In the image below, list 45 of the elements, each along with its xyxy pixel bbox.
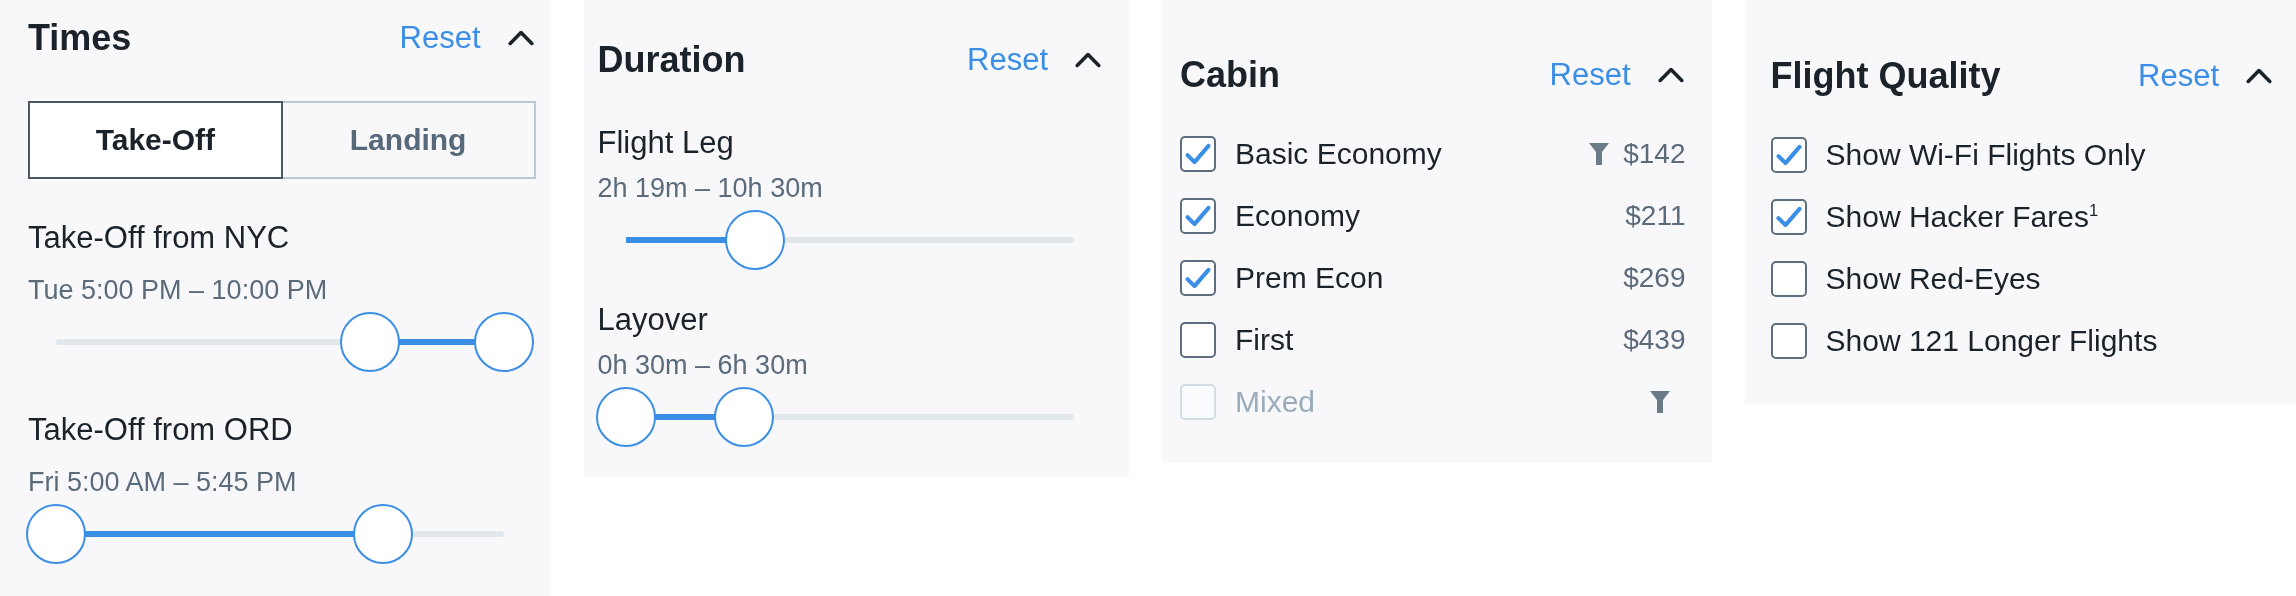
slider-thumb[interactable]: [26, 504, 86, 564]
price-label: $142: [1623, 138, 1686, 170]
checkbox[interactable]: [1180, 136, 1216, 172]
checkbox-label: Show 121 Longer Flights: [1825, 324, 2159, 358]
checkbox-label: Economy: [1235, 199, 1362, 233]
checkbox-label: Show Red-Eyes: [1825, 262, 2042, 296]
slider-thumb[interactable]: [474, 312, 534, 372]
chevron-up-icon[interactable]: [505, 29, 536, 47]
checkbox[interactable]: [1180, 198, 1216, 234]
slider-label: Layover: [597, 301, 709, 339]
panel-title: Duration: [597, 39, 747, 81]
checkbox-label: Show Hacker Fares$^{1}$: [1825, 200, 2100, 234]
checkbox-label: Prem Econ: [1235, 261, 1385, 295]
checkbox[interactable]: [1180, 260, 1216, 296]
slider-label: Take-Off from ORD: [28, 411, 294, 449]
chevron-up-icon[interactable]: [2244, 67, 2274, 85]
checkbox[interactable]: [1770, 137, 1807, 173]
checkbox-label: Show Wi-Fi Flights Only: [1825, 138, 2147, 172]
panel-title: Times: [28, 17, 133, 59]
reset-link[interactable]: Reset: [1549, 57, 1631, 93]
segment-tab[interactable]: Take-Off: [28, 101, 283, 179]
checkbox[interactable]: [1770, 199, 1807, 235]
range-value: 0h 30m – 6h 30m: [597, 349, 809, 382]
reset-link[interactable]: Reset: [399, 20, 481, 56]
checkbox[interactable]: [1770, 323, 1807, 359]
checkbox-label: Basic Economy: [1235, 137, 1443, 171]
range-value: Fri 5:00 AM – 5:45 PM: [28, 466, 298, 499]
reset-link[interactable]: Reset: [2138, 58, 2219, 94]
panel-title: Flight Quality: [1770, 55, 2002, 97]
segment-tab[interactable]: Landing: [282, 101, 536, 179]
price-label: $439: [1623, 324, 1686, 356]
chevron-up-icon[interactable]: [1655, 66, 1686, 84]
panel-title: Cabin: [1180, 54, 1281, 96]
slider-label: Flight Leg: [597, 124, 735, 162]
price-label: $211: [1625, 200, 1686, 232]
range-value: Tue 5:00 PM – 10:00 PM: [28, 274, 329, 307]
range-value: 2h 19m – 10h 30m: [597, 172, 824, 205]
checkbox[interactable]: [1180, 322, 1216, 358]
checkbox[interactable]: [1770, 261, 1807, 297]
price-label: $269: [1623, 262, 1686, 294]
checkbox-label: Mixed: [1235, 385, 1317, 419]
reset-link[interactable]: Reset: [967, 42, 1048, 78]
slider-label: Take-Off from NYC: [28, 219, 291, 257]
chevron-up-icon[interactable]: [1073, 51, 1103, 69]
checkbox-label: First: [1235, 323, 1295, 357]
